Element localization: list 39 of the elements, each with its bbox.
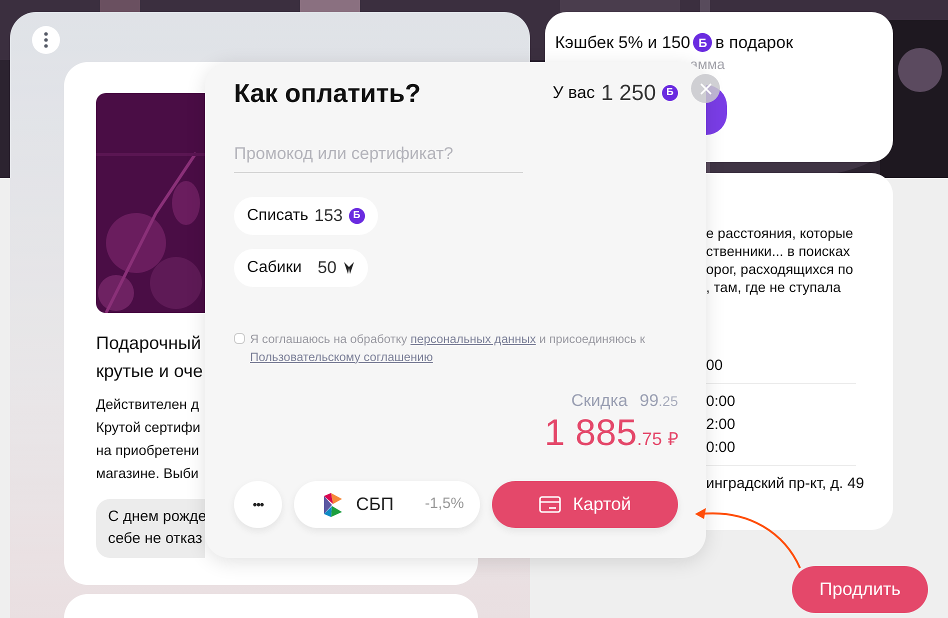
consent-checkbox[interactable] (234, 332, 245, 344)
more-button[interactable]: ••• (234, 481, 282, 528)
discount-note: -1,5% (424, 494, 464, 514)
credit-card-icon (538, 496, 561, 513)
bonus-dropdown[interactable]: Сабики 50 (234, 248, 368, 286)
chip-label: Списать (247, 206, 308, 226)
schedule-text: 0:00 (706, 392, 736, 412)
chip-label: Сабики (247, 258, 302, 278)
sbp-logo-icon (322, 492, 344, 518)
schedule-text: 2:00 (706, 415, 736, 435)
description-text: ственники... в поисках (706, 242, 851, 260)
sbp-button[interactable]: СБП -1,5% (294, 481, 480, 528)
total-price: 1 885.75 ₽ (544, 413, 678, 455)
description-text: на приобретени (96, 441, 200, 460)
chip-value: 50 (318, 256, 337, 279)
schedule-text: 0:00 (706, 438, 736, 458)
greeting-text: себе не отказ (108, 529, 204, 549)
description-text: е расстояния, которые (706, 224, 854, 242)
description-text: Действителен д (96, 395, 200, 414)
discount-label: Скидка (571, 390, 628, 412)
renew-button[interactable]: Продлить (792, 566, 928, 613)
description-text: магазине. Выби (96, 464, 199, 483)
address-text: инградский пр-кт, д. 49 (706, 474, 866, 494)
consent-link[interactable]: Пользовательскому соглашению (250, 350, 433, 364)
down-arrow-icon (342, 260, 355, 274)
greeting-text: С днем рожде (108, 507, 205, 527)
spend-bonus-button[interactable]: Списать 153 Б (234, 196, 378, 234)
chip-value: 153 (314, 204, 343, 227)
hours-text: 00 (706, 356, 724, 376)
consent-text: Я соглашаюсь на обработку персональных данных и присоединяюсь к Пользовательскому соглашению (250, 330, 646, 366)
bonus-coin-icon: Б (348, 208, 365, 224)
product-title: крутые и оче (96, 360, 203, 383)
card-pay-button[interactable]: Картой (492, 481, 678, 528)
consent-link[interactable]: персональных данных (410, 332, 536, 346)
description-text: Крутой сертифи (96, 418, 200, 437)
description-text: , там, где не ступала (706, 278, 842, 296)
product-title: Подарочный (96, 332, 202, 355)
description-text: орог, расходящихся по (706, 260, 854, 278)
discount-value: 99.25 (640, 390, 678, 412)
